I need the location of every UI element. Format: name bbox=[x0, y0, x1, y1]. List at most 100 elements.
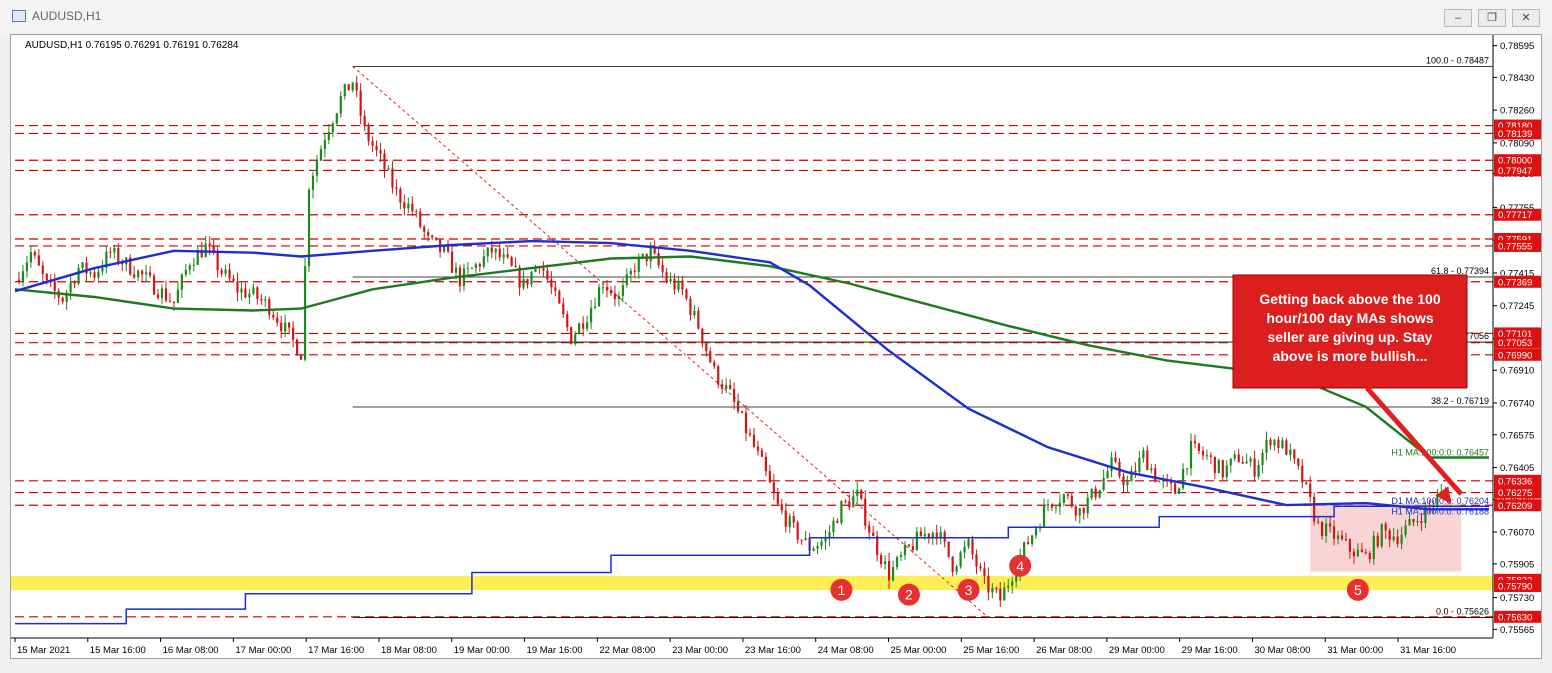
bear-candle bbox=[423, 226, 426, 232]
bull-candle bbox=[1416, 521, 1419, 523]
price-tick-label: 0.77245 bbox=[1500, 301, 1534, 312]
bear-candle bbox=[697, 310, 700, 329]
bear-candle bbox=[41, 265, 44, 275]
bull-candle bbox=[1257, 465, 1260, 477]
chart-area[interactable]: AUDUSD,H1 0.76195 0.76291 0.76191 0.7628… bbox=[10, 34, 1542, 659]
bear-candle bbox=[1364, 552, 1367, 554]
time-tick-label: 23 Mar 16:00 bbox=[745, 645, 801, 656]
bear-candle bbox=[999, 588, 1002, 601]
bear-candle bbox=[1241, 461, 1244, 464]
bull-candle bbox=[323, 139, 326, 150]
bull-candle bbox=[1408, 519, 1411, 526]
bull-candle bbox=[1356, 549, 1359, 557]
bear-candle bbox=[1114, 457, 1117, 462]
bull-candle bbox=[804, 538, 807, 540]
bear-candle bbox=[1174, 483, 1177, 494]
bear-candle bbox=[1317, 521, 1320, 523]
bear-candle bbox=[1388, 530, 1391, 540]
bear-candle bbox=[605, 287, 609, 291]
time-tick-label: 18 Mar 08:00 bbox=[381, 645, 437, 656]
time-tick-label: 25 Mar 00:00 bbox=[890, 645, 946, 656]
bear-candle bbox=[371, 141, 374, 146]
time-tick-label: 31 Mar 00:00 bbox=[1327, 645, 1383, 656]
bear-candle bbox=[45, 274, 48, 281]
bear-candle bbox=[800, 539, 803, 541]
time-tick-label: 17 Mar 16:00 bbox=[308, 645, 364, 656]
bull-candle bbox=[812, 548, 815, 551]
bear-candle bbox=[1328, 523, 1332, 527]
bull-candle bbox=[530, 271, 533, 285]
bull-candle bbox=[677, 280, 680, 290]
bull-candle bbox=[1062, 494, 1065, 503]
bear-candle bbox=[582, 323, 585, 329]
bear-candle bbox=[1070, 495, 1073, 507]
price-tick-label: 0.78430 bbox=[1500, 73, 1534, 84]
symbol-info: AUDUSD,H1 0.76195 0.76291 0.76191 0.7628… bbox=[25, 40, 239, 51]
bear-candle bbox=[1094, 488, 1097, 498]
bull-candle bbox=[522, 279, 525, 288]
price-tick-label: 0.76405 bbox=[1500, 463, 1534, 474]
bull-candle bbox=[248, 293, 251, 298]
bear-candle bbox=[510, 257, 513, 266]
bear-candle bbox=[268, 299, 271, 315]
bear-candle bbox=[391, 168, 394, 188]
bull-candle bbox=[586, 322, 589, 329]
bear-candle bbox=[844, 501, 847, 503]
bull-candle bbox=[1078, 508, 1081, 516]
bull-candle bbox=[192, 264, 195, 266]
bull-candle bbox=[884, 561, 887, 565]
bull-candle bbox=[1229, 458, 1232, 466]
bull-candle bbox=[1325, 523, 1328, 536]
bull-candle bbox=[629, 270, 632, 275]
bear-candle bbox=[359, 90, 362, 116]
bull-candle bbox=[856, 489, 859, 497]
bull-candle bbox=[188, 265, 191, 270]
bear-candle bbox=[244, 288, 247, 298]
bear-candle bbox=[733, 388, 736, 402]
bull-candle bbox=[284, 322, 287, 332]
bull-candle bbox=[160, 288, 164, 298]
bull-candle bbox=[454, 267, 458, 273]
bear-candle bbox=[216, 251, 219, 271]
price-tick-label: 0.78090 bbox=[1500, 138, 1534, 149]
bear-candle bbox=[657, 253, 660, 266]
bull-candle bbox=[828, 532, 831, 538]
bear-candle bbox=[1321, 522, 1324, 536]
bear-candle bbox=[872, 532, 875, 537]
bear-candle bbox=[1293, 449, 1296, 459]
bull-candle bbox=[1106, 471, 1109, 478]
bull-candle bbox=[1102, 477, 1105, 491]
bear-candle bbox=[1340, 535, 1344, 540]
close-button[interactable]: ✕ bbox=[1512, 9, 1540, 27]
restore-button[interactable]: ❐ bbox=[1478, 9, 1506, 27]
bull-candle bbox=[621, 285, 624, 296]
title-bar[interactable]: AUDUSD,H1 – ❐ ✕ bbox=[0, 0, 1552, 34]
bull-candle bbox=[1233, 454, 1236, 459]
bear-candle bbox=[1158, 481, 1161, 483]
chart-window-icon bbox=[12, 10, 26, 22]
bear-candle bbox=[633, 270, 636, 273]
price-chart[interactable]: AUDUSD,H1 0.76195 0.76291 0.76191 0.7628… bbox=[11, 35, 1542, 659]
bear-candle bbox=[836, 520, 839, 523]
bear-candle bbox=[995, 588, 998, 590]
bear-candle bbox=[208, 243, 211, 247]
bull-candle bbox=[1042, 505, 1046, 528]
bull-candle bbox=[669, 279, 672, 282]
bull-candle bbox=[991, 588, 994, 593]
time-tick-label: 29 Mar 00:00 bbox=[1109, 645, 1165, 656]
bear-candle bbox=[109, 251, 112, 253]
bear-candle bbox=[53, 281, 56, 291]
bear-candle bbox=[943, 532, 946, 542]
bull-candle bbox=[1392, 536, 1395, 540]
minimize-button[interactable]: – bbox=[1444, 9, 1472, 27]
bear-candle bbox=[947, 541, 950, 557]
swing-low-marker-label: 1 bbox=[837, 582, 845, 598]
bear-candle bbox=[1313, 496, 1316, 522]
bear-candle bbox=[1146, 450, 1149, 471]
bear-candle bbox=[33, 251, 36, 256]
bear-candle bbox=[403, 202, 406, 209]
bear-candle bbox=[427, 231, 430, 236]
bear-candle bbox=[395, 187, 398, 189]
bear-candle bbox=[168, 300, 172, 302]
bull-candle bbox=[923, 533, 926, 537]
